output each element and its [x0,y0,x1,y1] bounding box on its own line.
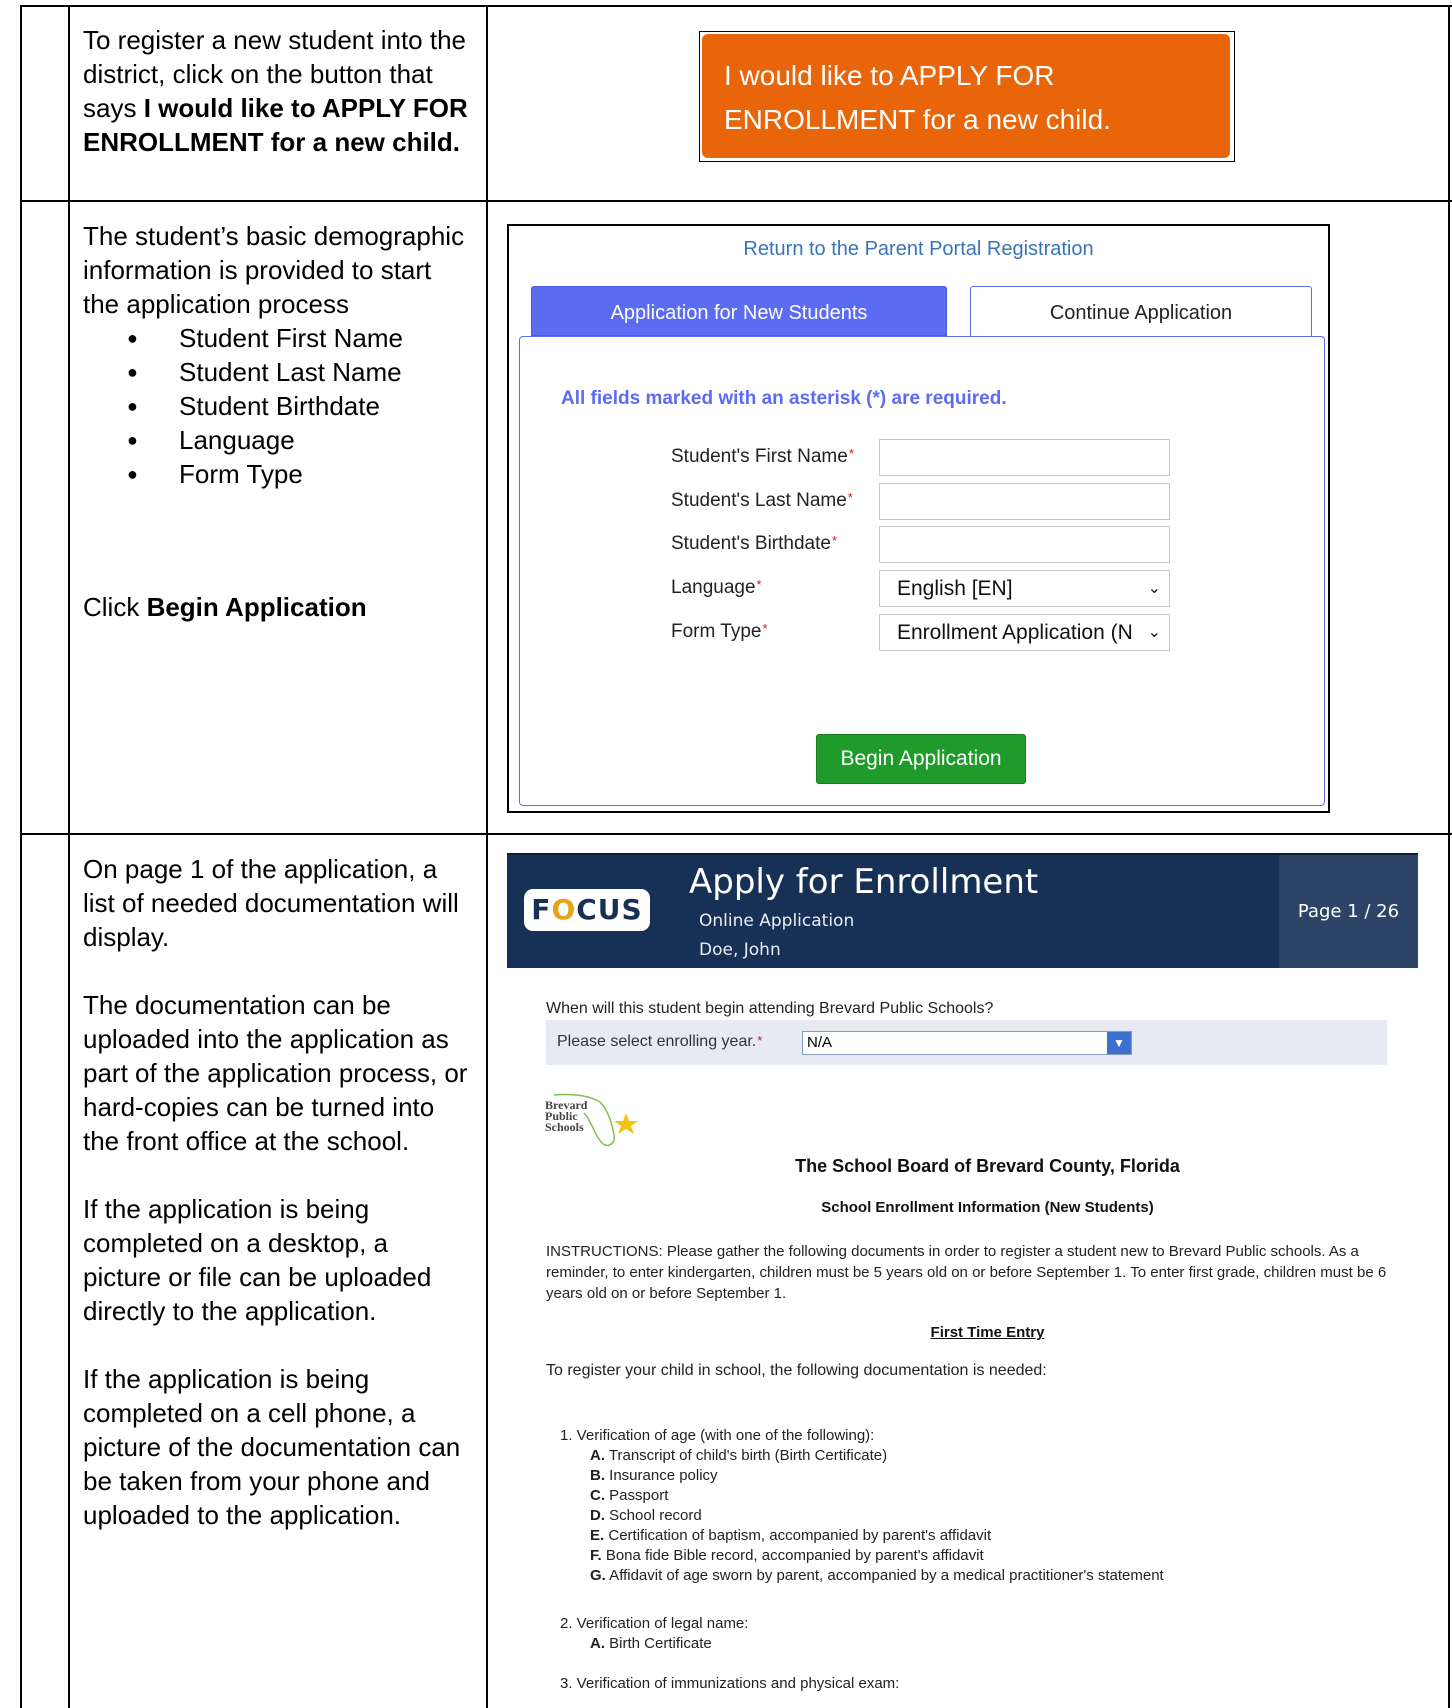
page-indicator: Page 1 / 26 [1279,855,1418,968]
focus-subtitle: Online Application [699,911,855,931]
begin-application-button[interactable]: Begin Application [816,734,1026,784]
column-divider-1 [68,5,70,1708]
list-item: D. School record [590,1507,702,1524]
list-item: Language [83,423,473,457]
required-asterisk: * [757,1033,763,1048]
row3-paragraph-2: The documentation can be uploaded into t… [83,990,468,1156]
click-bold-text: Begin Application [146,592,367,622]
focus-logo: FOCUS [524,889,650,931]
row3-paragraph-4: If the application is being completed on… [83,1364,461,1530]
doc-list-title: 3. Verification of immunizations and phy… [560,1675,900,1692]
click-prefix: Click [83,592,147,622]
row2-click-instruction: Click Begin Application [83,590,473,624]
last-name-label: Student's Last Name* [671,490,853,511]
row-divider-1 [20,200,1452,202]
list-item: E. Certification of baptism, accompanied… [590,1527,992,1544]
dropdown-arrow-icon[interactable]: ▼ [1107,1032,1131,1054]
instructions-text: INSTRUCTIONS: Please gather the followin… [546,1243,1387,1302]
language-select[interactable]: English [EN] ⌄ [879,570,1170,607]
required-asterisk: * [848,446,854,461]
list-item: Form Type [83,457,473,491]
row2-intro: The student’s basic demographic informat… [83,221,465,319]
first-name-label: Student's First Name* [671,446,854,467]
list-item: C. Passport [590,1487,669,1504]
enroll-year-select[interactable]: N/A [802,1031,1132,1055]
list-item: G. Affidavit of age sworn by parent, acc… [590,1567,1164,1584]
doc-list-immunizations: 3. Verification of immunizations and phy… [560,1674,899,1694]
doc-list-name: 2. Verification of legal name: A. Birth … [560,1614,748,1654]
apply-button-line-1: I would like to APPLY FOR [724,60,1055,91]
required-fields-note: All fields marked with an asterisk (*) a… [561,388,1007,409]
list-item: Student Birthdate [83,389,473,423]
birthdate-field[interactable] [879,526,1170,563]
birthdate-label: Student's Birthdate* [671,533,838,554]
enroll-question: When will this student begin attending B… [546,1000,994,1017]
row3-paragraph-1: On page 1 of the application, a list of … [83,854,459,952]
focus-page-title: Apply for Enrollment [689,862,1039,902]
tab-continue-application[interactable]: Continue Application [970,286,1312,336]
brevard-logo-text: Brevard Public Schools [545,1098,588,1134]
doc-list-age: 1. Verification of age (with one of the … [560,1426,1164,1586]
student-name: Doe, John [699,940,781,960]
required-asterisk: * [831,533,838,548]
school-board-title: The School Board of Brevard County, Flor… [795,1156,1180,1176]
list-item: Student First Name [83,321,473,355]
chevron-down-icon: ⌄ [1143,615,1161,650]
row2-description: The student’s basic demographic informat… [83,219,473,491]
row3-paragraph-3: If the application is being completed on… [83,1194,432,1326]
form-type-select[interactable]: Enrollment Application (N ⌄ [879,614,1170,651]
language-label: Language* [671,577,762,598]
doc-list-title: 2. Verification of legal name: [560,1615,749,1632]
apply-for-enrollment-button[interactable]: I would like to APPLY FOR ENROLLMENT for… [702,34,1230,158]
list-item: A. Birth Certificate [590,1635,712,1652]
required-asterisk: * [847,490,853,505]
column-divider-2 [486,5,488,1708]
row-divider-2 [20,833,1452,835]
enroll-year-label: Please select enrolling year.* [557,1033,763,1050]
list-item: Student Last Name [83,355,473,389]
table-right-border [1448,5,1450,1708]
first-name-field[interactable] [879,439,1170,476]
return-to-parent-portal-link[interactable]: Return to the Parent Portal Registration [507,238,1330,261]
list-item: F. Bona fide Bible record, accompanied b… [590,1547,984,1564]
apply-button-line-2: ENROLLMENT for a new child. [724,104,1111,135]
documentation-needed-text: To register your child in school, the fo… [546,1362,1047,1379]
row3-description: On page 1 of the application, a list of … [83,852,473,1532]
enrollment-info-title: School Enrollment Information (New Stude… [821,1199,1154,1216]
table-left-border [20,5,22,1708]
tab-application-new-students[interactable]: Application for New Students [531,286,947,336]
chevron-down-icon: ⌄ [1147,580,1161,597]
demographic-list: Student First Name Student Last Name Stu… [83,321,473,491]
table-top-border [20,5,1452,7]
last-name-field[interactable] [879,483,1170,520]
doc-list-title: 1. Verification of age (with one of the … [560,1427,875,1444]
form-type-label: Form Type* [671,621,768,642]
list-item: A. Transcript of child's birth (Birth Ce… [590,1447,888,1464]
row1-description: To register a new student into the distr… [83,23,473,159]
list-item: B. Insurance policy [590,1467,718,1484]
first-time-entry-heading: First Time Entry [930,1324,1045,1341]
required-asterisk: * [756,577,762,592]
required-asterisk: * [762,621,768,636]
